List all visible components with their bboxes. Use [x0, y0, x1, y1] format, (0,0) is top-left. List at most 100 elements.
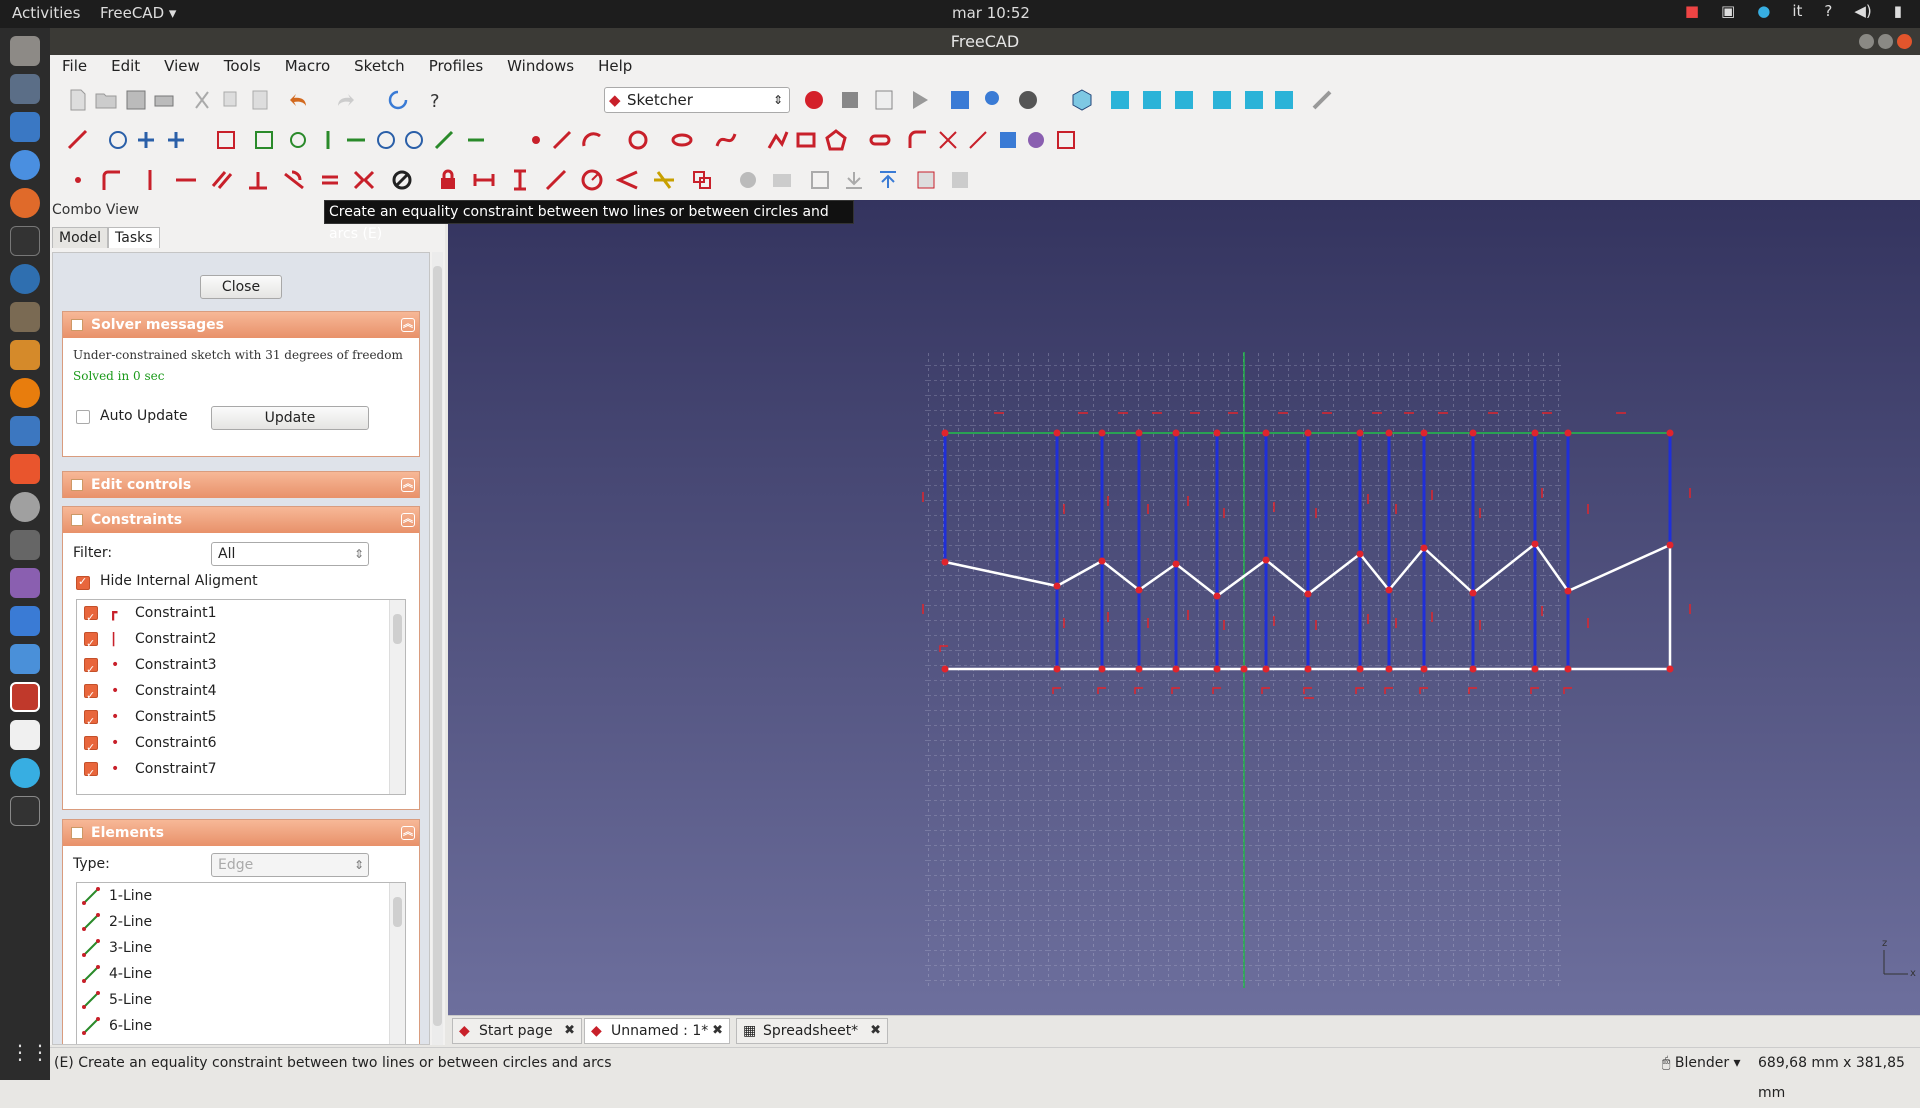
constraint-checkbox[interactable]: [84, 709, 98, 735]
language-indicator[interactable]: it: [1792, 2, 1802, 20]
media-icon[interactable]: [10, 568, 40, 598]
external-geometry-icon[interactable]: [996, 128, 1020, 152]
measure-icon[interactable]: [1310, 88, 1334, 112]
list-item[interactable]: | Constraint2: [77, 626, 387, 657]
constrain-parallel-icon[interactable]: [210, 168, 234, 192]
constrain-distance-icon[interactable]: [544, 168, 568, 192]
select-redundant-icon[interactable]: [374, 128, 398, 152]
top-view-icon[interactable]: [1140, 88, 1164, 112]
firefox-icon[interactable]: [10, 188, 40, 218]
constrain-lock-icon[interactable]: [436, 168, 460, 192]
update-button[interactable]: Update: [211, 406, 369, 430]
constrain-snell-icon[interactable]: [652, 168, 676, 192]
menu-file[interactable]: File: [50, 55, 99, 80]
video-icon[interactable]: [10, 796, 40, 826]
record-macro-icon[interactable]: [802, 88, 826, 112]
constrain-point-on-object-icon[interactable]: [100, 168, 124, 192]
menu-edit[interactable]: Edit: [99, 55, 152, 80]
constraints-list[interactable]: ┏ Constraint1 | Constraint2 • Constraint3 •…: [76, 599, 406, 795]
constrain-coincident-icon[interactable]: [66, 168, 90, 192]
collapse-icon[interactable]: ︽: [401, 826, 415, 840]
validate-sketch-icon[interactable]: [214, 128, 238, 152]
constrain-horizontal-distance-icon[interactable]: [472, 168, 496, 192]
elements-scrollbar[interactable]: [389, 883, 405, 1044]
auto-update-checkbox[interactable]: [76, 410, 90, 424]
app-icon-16[interactable]: [10, 606, 40, 636]
workbench-selector[interactable]: Sketcher ⇕ ◆: [604, 87, 790, 113]
leave-sketch-icon[interactable]: [66, 128, 90, 152]
elements-header[interactable]: Elements ︽: [63, 820, 419, 846]
map-sketch-icon[interactable]: [134, 128, 158, 152]
print-icon[interactable]: [152, 88, 176, 112]
polyline-tool-icon[interactable]: [766, 128, 790, 152]
paste-icon[interactable]: [248, 88, 272, 112]
record-icon[interactable]: ■: [1685, 2, 1699, 20]
constraint-checkbox[interactable]: [84, 657, 98, 683]
3d-viewport[interactable]: z x: [448, 200, 1920, 1015]
select-conflicting-icon[interactable]: [402, 128, 426, 152]
close-window-button[interactable]: [1897, 34, 1912, 49]
carbon-copy-icon[interactable]: [1024, 128, 1048, 152]
point-tool-icon[interactable]: [524, 128, 548, 152]
constraint-checkbox[interactable]: [84, 683, 98, 709]
solver-messages-header[interactable]: Solver messages ︽: [63, 312, 419, 338]
undo-icon[interactable]: [286, 88, 310, 112]
list-item[interactable]: 3-Line: [77, 935, 387, 961]
construction-mode-icon[interactable]: [1054, 128, 1078, 152]
menu-profiles[interactable]: Profiles: [417, 55, 495, 80]
app-icon-17[interactable]: [10, 644, 40, 674]
refresh-icon[interactable]: [386, 88, 410, 112]
software-center-icon[interactable]: [10, 454, 40, 484]
trim-tool-icon[interactable]: [936, 128, 960, 152]
open-file-icon[interactable]: [94, 88, 118, 112]
save-icon[interactable]: [124, 88, 148, 112]
show-apps-icon[interactable]: ⋮⋮: [10, 1040, 50, 1070]
app-icon-2[interactable]: [10, 74, 40, 104]
cut-icon[interactable]: [190, 88, 214, 112]
sketcher-tool-c-icon[interactable]: [808, 168, 832, 192]
isometric-view-icon[interactable]: [1070, 88, 1094, 112]
circle-tool-icon[interactable]: [626, 128, 650, 152]
menu-macro[interactable]: Macro: [273, 55, 342, 80]
bottom-view-icon[interactable]: [1242, 88, 1266, 112]
front-view-icon[interactable]: [1108, 88, 1132, 112]
copy-icon[interactable]: [220, 88, 244, 112]
list-item[interactable]: ┏ Constraint1: [77, 600, 387, 631]
gimp-icon[interactable]: [10, 302, 40, 332]
close-tab-icon[interactable]: ✖: [870, 1019, 881, 1043]
rectangle-tool-icon[interactable]: [794, 128, 818, 152]
constraint-checkbox[interactable]: [84, 631, 98, 657]
maximize-button[interactable]: [1878, 34, 1893, 49]
collapse-icon[interactable]: ︽: [401, 478, 415, 492]
fit-all-icon[interactable]: [948, 88, 972, 112]
telegram-icon[interactable]: ●: [1757, 2, 1770, 20]
constrain-horizontal-icon[interactable]: [174, 168, 198, 192]
view-sketch-icon[interactable]: [106, 128, 130, 152]
constraint-checkbox[interactable]: [84, 605, 98, 631]
list-item[interactable]: • Constraint7: [77, 756, 387, 787]
slot-tool-icon[interactable]: [868, 128, 892, 152]
constrain-tangent-icon[interactable]: [282, 168, 306, 192]
polygon-tool-icon[interactable]: [824, 128, 848, 152]
sketcher-tool-g-icon[interactable]: [948, 168, 972, 192]
browser-icon[interactable]: [10, 264, 40, 294]
list-item[interactable]: • Constraint5: [77, 704, 387, 735]
draw-icon[interactable]: [10, 340, 40, 370]
select-vertical-axis-icon[interactable]: [316, 128, 340, 152]
extend-tool-icon[interactable]: [966, 128, 990, 152]
constrain-equal-icon[interactable]: [318, 168, 342, 192]
left-view-icon[interactable]: [1272, 88, 1296, 112]
list-item[interactable]: • Constraint6: [77, 730, 387, 761]
minimize-button[interactable]: [1859, 34, 1874, 49]
constraint-checkbox[interactable]: [84, 735, 98, 761]
constraints-header[interactable]: Constraints ︽: [63, 507, 419, 533]
macro-editor-icon[interactable]: [872, 88, 896, 112]
menu-view[interactable]: View: [152, 55, 212, 80]
list-item[interactable]: 5-Line: [77, 987, 387, 1013]
sketcher-tool-f-icon[interactable]: [914, 168, 938, 192]
right-view-icon[interactable]: [1172, 88, 1196, 112]
freecad-icon[interactable]: [10, 682, 40, 712]
collapse-icon[interactable]: ︽: [401, 318, 415, 332]
settings-icon[interactable]: [10, 492, 40, 522]
tab-unnamed[interactable]: ◆ Unnamed : 1* ✖: [584, 1018, 730, 1044]
